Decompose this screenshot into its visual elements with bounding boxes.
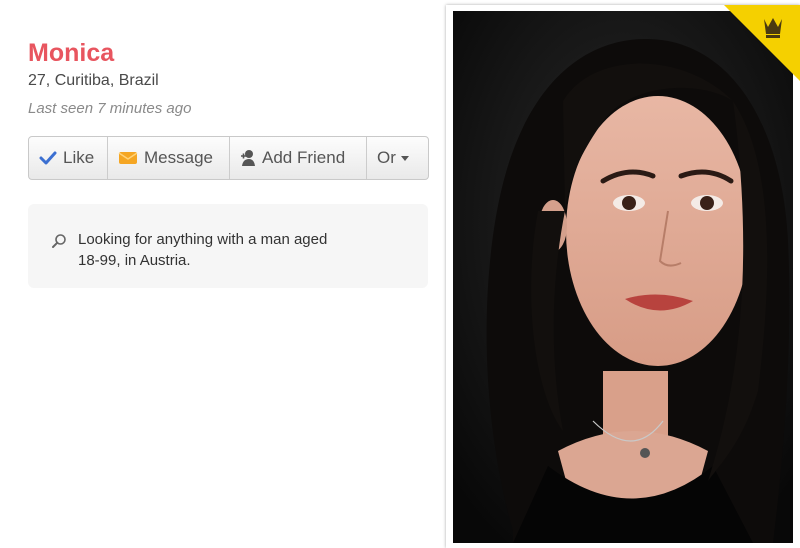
more-options-dropdown[interactable]: Or (367, 137, 428, 179)
add-friend-button[interactable]: Add Friend (230, 137, 367, 179)
looking-for-panel: Looking for anything with a man aged 18-… (28, 204, 428, 288)
profile-photo-frame (446, 5, 800, 548)
profile-name: Monica (28, 39, 115, 67)
or-label: Or (377, 148, 396, 167)
add-friend-icon (240, 149, 256, 167)
last-seen: Last seen 7 minutes ago (28, 100, 192, 117)
profile-info: Monica 27, Curitiba, Brazil Last seen 7 … (28, 38, 428, 119)
action-button-group: Like Message Add Friend Or (28, 136, 429, 180)
search-icon (51, 233, 67, 254)
like-label: Like (63, 148, 95, 167)
profile-details: 27, Curitiba, Brazil (28, 72, 159, 89)
message-button[interactable]: Message (108, 137, 230, 179)
add-friend-label: Add Friend (262, 148, 346, 167)
envelope-icon (118, 151, 138, 165)
premium-badge (724, 5, 800, 81)
message-label: Message (144, 148, 213, 167)
caret-down-icon (400, 155, 409, 161)
like-button[interactable]: Like (29, 137, 108, 179)
checkmark-icon (39, 150, 57, 166)
profile-photo[interactable] (453, 11, 793, 543)
looking-for-text: Looking for anything with a man aged 18-… (78, 231, 328, 269)
portrait-illustration (453, 11, 793, 543)
